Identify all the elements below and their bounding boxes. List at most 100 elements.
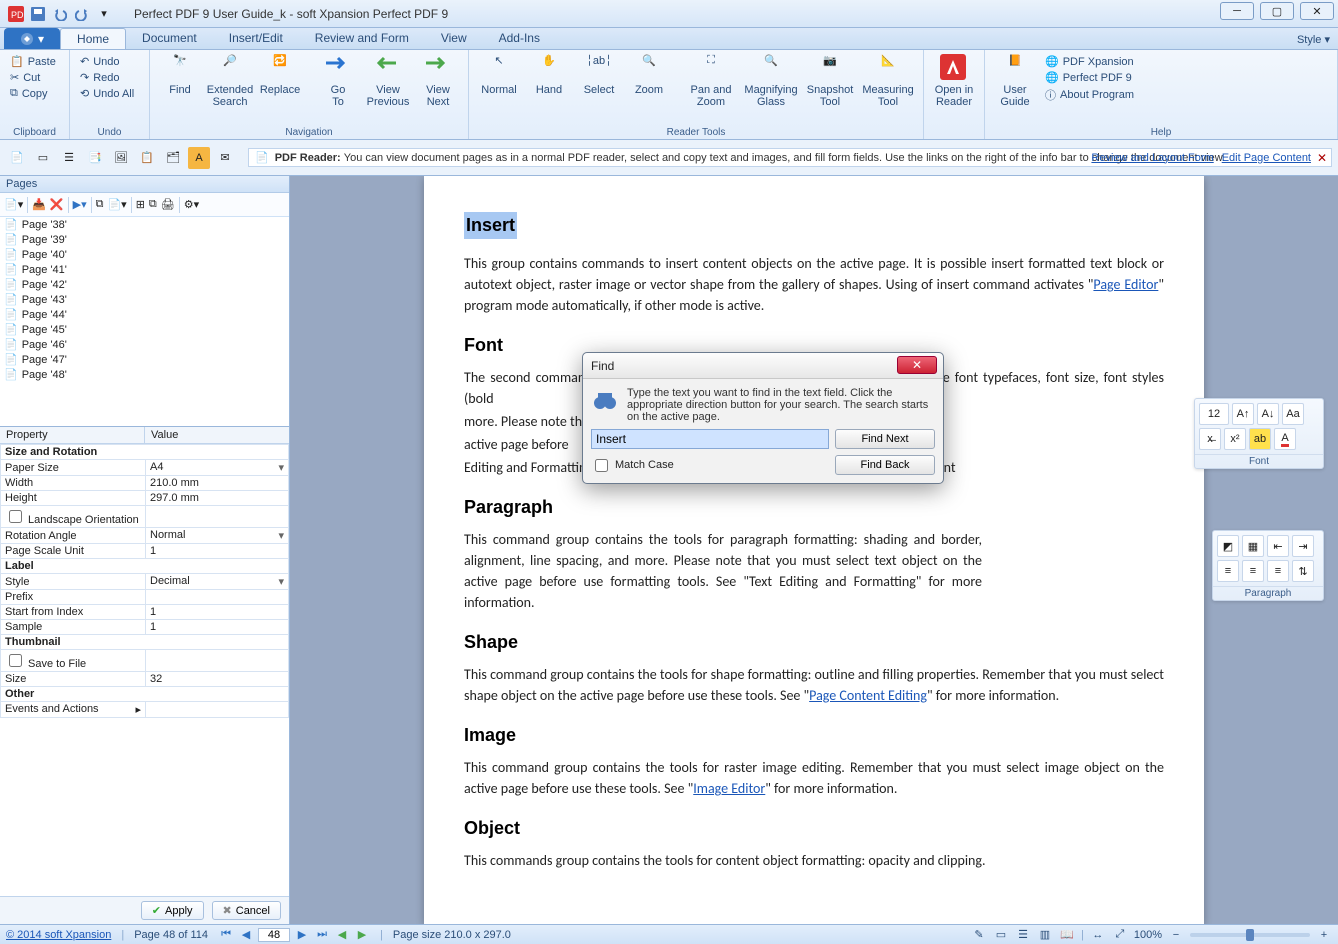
- property-row[interactable]: Start from Index1: [1, 605, 289, 620]
- normal-tool-button[interactable]: ↖Normal: [475, 52, 523, 137]
- pan-zoom-button[interactable]: ⛶Pan and Zoom: [683, 52, 739, 137]
- copy-button[interactable]: ⧉Copy: [6, 86, 63, 101]
- pdf-xpansion-link[interactable]: 🌐PDF Xpansion: [1041, 54, 1138, 69]
- fit-width-icon[interactable]: ↔: [1090, 928, 1106, 942]
- property-row[interactable]: Paper SizeA4 ▾: [1, 460, 289, 476]
- find-input[interactable]: [591, 429, 829, 449]
- save-icon[interactable]: [28, 4, 48, 24]
- link-image-editor[interactable]: Image Editor: [693, 780, 765, 797]
- view-mode-thumbnail-icon[interactable]: 🖼: [110, 147, 132, 169]
- align-left-icon[interactable]: ≡: [1217, 560, 1239, 582]
- first-page-icon[interactable]: ⏮: [218, 928, 234, 942]
- copyright-link[interactable]: © 2014 soft Xpansion: [6, 929, 111, 941]
- superscript-icon[interactable]: x²: [1224, 428, 1246, 450]
- infobar-close-icon[interactable]: ✕: [1315, 151, 1329, 165]
- copy-page-icon[interactable]: ⧉: [96, 198, 104, 211]
- line-spacing-icon[interactable]: ⇅: [1292, 560, 1314, 582]
- strike-icon[interactable]: x̶: [1199, 428, 1221, 450]
- property-row[interactable]: Width210.0 mm: [1, 476, 289, 491]
- layout-single-icon[interactable]: ▭: [993, 928, 1009, 942]
- view-mode-comments-icon[interactable]: ✉: [214, 147, 236, 169]
- align-center-icon[interactable]: ≡: [1242, 560, 1264, 582]
- page-list-item[interactable]: 📄Page '46': [0, 337, 289, 352]
- highlight-icon[interactable]: ab: [1249, 428, 1271, 450]
- redo-icon[interactable]: [72, 4, 92, 24]
- nav-back-icon[interactable]: ◀: [334, 928, 350, 942]
- tab-document[interactable]: Document: [126, 28, 213, 49]
- undo-button[interactable]: ↶Undo: [76, 54, 143, 69]
- apply-button[interactable]: ✔Apply: [141, 901, 204, 920]
- select-tool-button[interactable]: ╎ab╎Select: [575, 52, 623, 137]
- pages-list[interactable]: 📄Page '38'📄Page '39'📄Page '40'📄Page '41'…: [0, 217, 289, 427]
- open-in-reader-button[interactable]: Open in Reader: [930, 52, 978, 137]
- extended-search-button[interactable]: 🔎Extended Search: [206, 52, 254, 137]
- edit-mode-icon[interactable]: ✎: [971, 928, 987, 942]
- font-case-icon[interactable]: Aa: [1282, 403, 1304, 425]
- play-icon[interactable]: ▶▾: [73, 198, 87, 211]
- cancel-button[interactable]: ✖Cancel: [212, 901, 281, 920]
- nav-fwd-icon[interactable]: ▶: [354, 928, 370, 942]
- qat-dropdown-icon[interactable]: ▾: [94, 4, 114, 24]
- align-right-icon[interactable]: ≡: [1267, 560, 1289, 582]
- property-row[interactable]: Events and Actions ▸: [1, 702, 289, 718]
- link-page-editor[interactable]: Page Editor: [1093, 276, 1158, 293]
- layout-cont-icon[interactable]: ☰: [1015, 928, 1031, 942]
- perfect-pdf-link[interactable]: 🌐Perfect PDF 9: [1041, 70, 1138, 85]
- maximize-button[interactable]: ▢: [1260, 2, 1294, 20]
- magnifying-glass-button[interactable]: 🔍Magnifying Glass: [741, 52, 801, 137]
- page-list-item[interactable]: 📄Page '45': [0, 322, 289, 337]
- view-mode-outline-icon[interactable]: 📑: [84, 147, 106, 169]
- view-next-button[interactable]: View Next: [414, 52, 462, 137]
- indent-dec-icon[interactable]: ⇤: [1267, 535, 1289, 557]
- layout-book-icon[interactable]: 📖: [1059, 928, 1075, 942]
- property-row[interactable]: Page Scale Unit1: [1, 544, 289, 559]
- property-row[interactable]: Rotation AngleNormal ▾: [1, 528, 289, 544]
- delete-page-icon[interactable]: ❌: [50, 198, 64, 211]
- view-mode-a-icon[interactable]: A: [188, 147, 210, 169]
- page-list-item[interactable]: 📄Page '38': [0, 217, 289, 232]
- property-row[interactable]: Size32: [1, 672, 289, 687]
- cut-button[interactable]: ✂Cut: [6, 70, 63, 85]
- page-list-item[interactable]: 📄Page '47': [0, 352, 289, 367]
- page-list-item[interactable]: 📄Page '40': [0, 247, 289, 262]
- find-next-button[interactable]: Find Next: [835, 429, 935, 449]
- undo-all-button[interactable]: ⟲Undo All: [76, 86, 143, 101]
- page-list-item[interactable]: 📄Page '44': [0, 307, 289, 322]
- zoom-out-icon[interactable]: −: [1168, 928, 1184, 942]
- import-icon[interactable]: 📥: [32, 198, 46, 211]
- view-mode-layers-icon[interactable]: 🗂: [162, 147, 184, 169]
- last-page-icon[interactable]: ⏭: [314, 928, 330, 942]
- page-list-item[interactable]: 📄Page '42': [0, 277, 289, 292]
- view-mode-normal-icon[interactable]: 📄: [6, 147, 28, 169]
- goto-button[interactable]: Go To: [314, 52, 362, 137]
- grid-icon[interactable]: ⊞: [136, 198, 145, 211]
- shading-icon[interactable]: ◩: [1217, 535, 1239, 557]
- file-tab[interactable]: ▾: [4, 28, 60, 49]
- next-page-icon[interactable]: ▶: [294, 928, 310, 942]
- find-back-button[interactable]: Find Back: [835, 455, 935, 475]
- view-previous-button[interactable]: View Previous: [364, 52, 412, 137]
- property-row[interactable]: Prefix: [1, 590, 289, 605]
- property-row[interactable]: Landscape Orientation: [1, 506, 289, 528]
- checkbox[interactable]: [9, 510, 22, 523]
- tab-home[interactable]: Home: [60, 28, 126, 49]
- find-dialog-titlebar[interactable]: Find ✕: [583, 353, 943, 379]
- tab-addins[interactable]: Add-Ins: [483, 28, 556, 49]
- match-case-checkbox[interactable]: Match Case: [591, 456, 674, 475]
- user-guide-button[interactable]: 📙User Guide: [991, 52, 1039, 137]
- indent-inc-icon[interactable]: ⇥: [1292, 535, 1314, 557]
- about-program-button[interactable]: ⓘAbout Program: [1041, 86, 1138, 104]
- page-list-item[interactable]: 📄Page '41': [0, 262, 289, 277]
- document-area[interactable]: Insert This group contains commands to i…: [290, 176, 1338, 924]
- measuring-button[interactable]: 📐Measuring Tool: [859, 52, 917, 137]
- close-button[interactable]: ✕: [1300, 2, 1334, 20]
- property-row[interactable]: Save to File: [1, 650, 289, 672]
- font-shrink-icon[interactable]: A↓: [1257, 403, 1279, 425]
- layout-facing-icon[interactable]: ▥: [1037, 928, 1053, 942]
- new-page-icon[interactable]: 📄▾: [4, 198, 23, 211]
- undo-icon[interactable]: [50, 4, 70, 24]
- tab-view[interactable]: View: [425, 28, 483, 49]
- page-list-item[interactable]: 📄Page '39': [0, 232, 289, 247]
- view-mode-continuous-icon[interactable]: ☰: [58, 147, 80, 169]
- style-dropdown[interactable]: Style ▾: [1289, 30, 1338, 49]
